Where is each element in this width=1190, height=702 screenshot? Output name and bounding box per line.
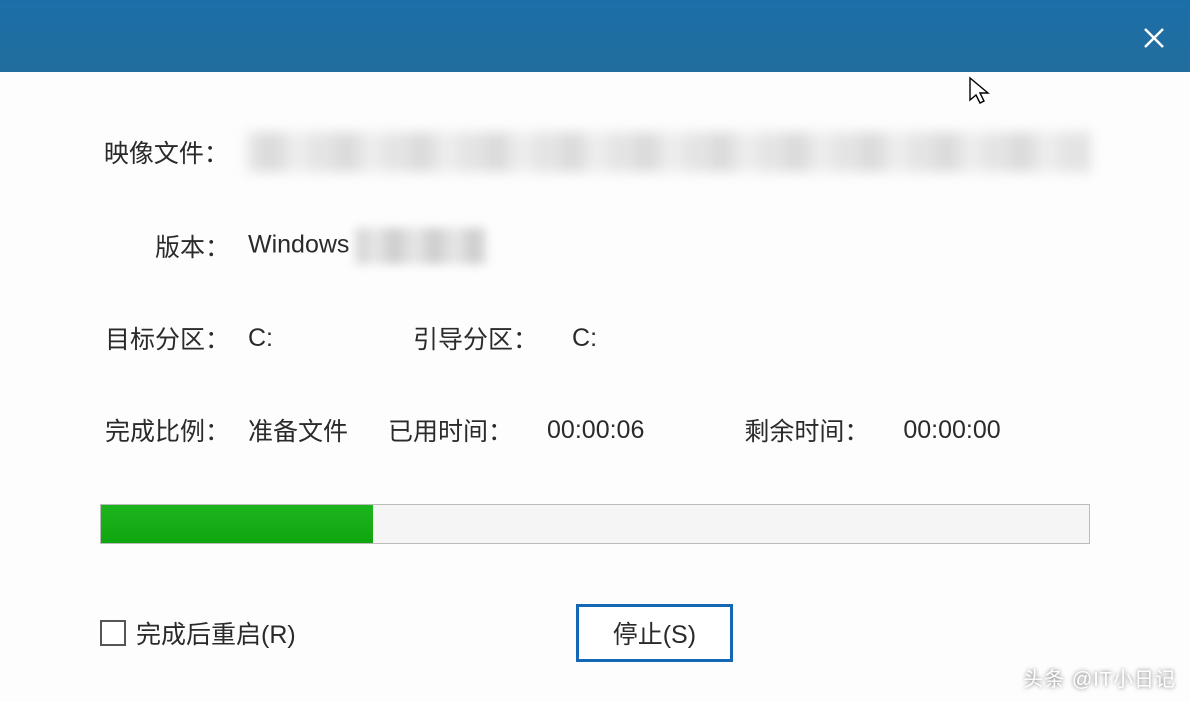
image-file-label: 映像文件： xyxy=(100,134,229,170)
completion-ratio-label: 完成比例： xyxy=(100,412,230,448)
version-row: 版本： Windows xyxy=(100,228,1090,264)
target-partition-value: C: xyxy=(248,324,273,353)
progress-info-row: 完成比例： 准备文件 已用时间： 00:00:06 剩余时间： 00:00:00 xyxy=(100,412,1090,448)
stop-button[interactable]: 停止(S) xyxy=(576,604,733,662)
boot-partition-label: 引导分区： xyxy=(413,320,538,356)
remaining-time-value: 00:00:00 xyxy=(903,416,1000,445)
completion-status-value: 准备文件 xyxy=(248,412,348,448)
restart-checkbox[interactable] xyxy=(100,620,126,646)
boot-partition-value: C: xyxy=(572,324,597,353)
partition-row: 目标分区： C: 引导分区： C: xyxy=(100,320,1090,356)
version-value: Windows xyxy=(248,228,486,264)
version-prefix: Windows xyxy=(248,231,349,259)
image-file-value-blurred xyxy=(247,132,1090,172)
elapsed-time-value: 00:00:06 xyxy=(547,416,644,445)
elapsed-time-label: 已用时间： xyxy=(388,412,513,448)
progress-bar xyxy=(100,504,1090,544)
version-label: 版本： xyxy=(100,228,230,264)
bottom-controls: 完成后重启(R) 停止(S) xyxy=(100,604,1090,662)
dialog-content: 映像文件： 版本： Windows 目标分区： C: 引导分区： C: 完成比例… xyxy=(0,72,1190,662)
image-file-row: 映像文件： xyxy=(100,132,1090,172)
version-suffix-blurred xyxy=(356,228,486,264)
close-icon xyxy=(1142,26,1166,50)
restart-checkbox-label: 完成后重启(R) xyxy=(136,615,296,651)
close-button[interactable] xyxy=(1136,20,1172,56)
target-partition-label: 目标分区： xyxy=(100,320,230,356)
restart-checkbox-group[interactable]: 完成后重启(R) xyxy=(100,615,296,651)
progress-fill xyxy=(101,505,373,543)
watermark-text: 头条 @IT小日记 xyxy=(1023,663,1176,692)
remaining-time-label: 剩余时间： xyxy=(744,412,869,448)
title-bar xyxy=(0,0,1190,72)
